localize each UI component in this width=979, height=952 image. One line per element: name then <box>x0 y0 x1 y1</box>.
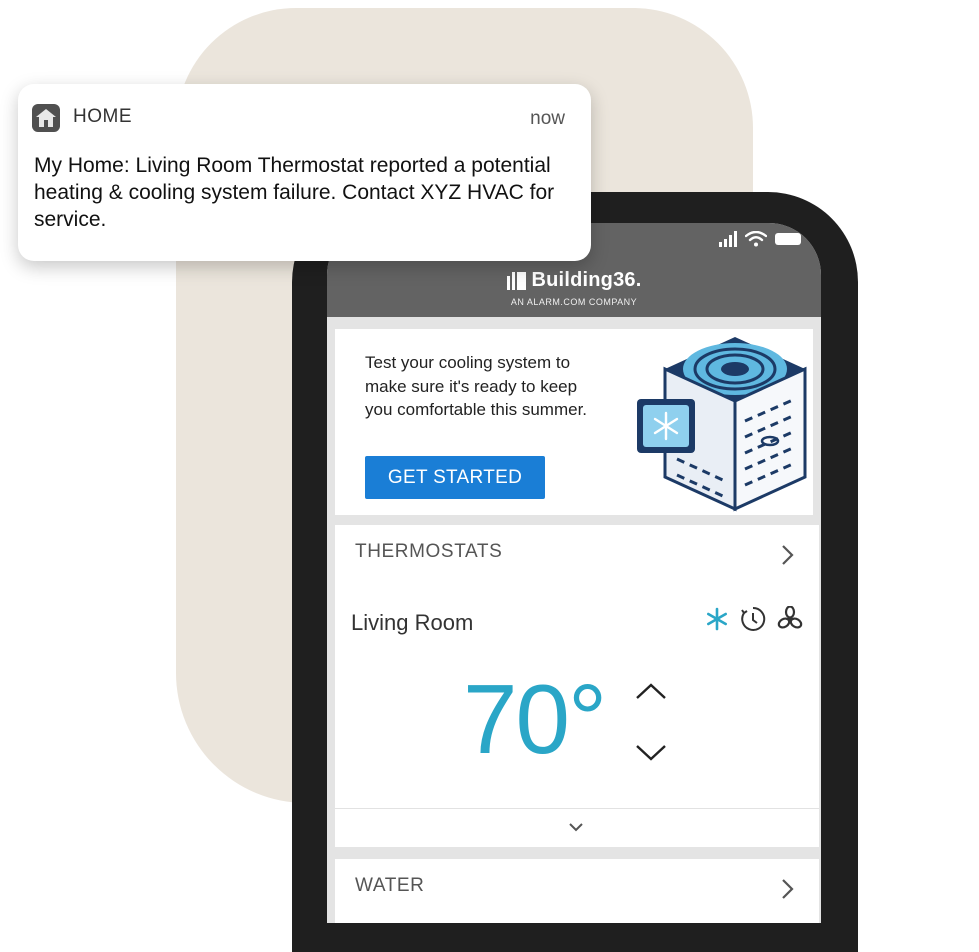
phone-screen: Building36. AN ALARM.COM COMPANY Test yo… <box>327 223 821 923</box>
thermostats-section-title: THERMOSTATS <box>355 541 503 562</box>
schedule-clock-icon[interactable] <box>739 605 767 633</box>
increase-arrow-icon[interactable] <box>636 683 666 699</box>
decrease-arrow-icon[interactable] <box>636 745 666 761</box>
promo-card: Test your cooling system to make sure it… <box>335 329 813 515</box>
fan-icon[interactable] <box>777 606 803 632</box>
notification-message: My Home: Living Room Thermostat reported… <box>34 154 555 231</box>
get-started-button[interactable]: GET STARTED <box>365 456 545 499</box>
push-notification[interactable]: HOME now My Home: Living Room Thermostat… <box>18 84 591 261</box>
setpoint-temperature: 70° <box>463 664 607 774</box>
app-header: Building36. AN ALARM.COM COMPANY <box>327 265 821 317</box>
promo-text: Test your cooling system to make sure it… <box>365 353 588 419</box>
notification-app-name: HOME <box>73 106 132 127</box>
thermostats-card: THERMOSTATS Living Room 70° <box>335 525 819 847</box>
snowflake-icon[interactable] <box>705 607 729 631</box>
chevron-right-icon[interactable] <box>775 877 799 901</box>
wifi-icon <box>745 231 767 247</box>
divider <box>335 808 819 809</box>
home-app-icon <box>32 104 60 132</box>
building-logo-icon <box>506 271 526 290</box>
chevron-down-icon[interactable] <box>565 820 587 834</box>
thermostat-mode-icons <box>705 605 803 633</box>
ac-unit-illustration <box>637 337 807 512</box>
battery-icon <box>775 233 801 245</box>
thermostat-room-name: Living Room <box>351 610 474 635</box>
chevron-right-icon[interactable] <box>775 543 799 567</box>
signal-icon <box>719 231 737 247</box>
brand-logo: Building36. AN ALARM.COM COMPANY <box>327 269 821 307</box>
notification-time: now <box>530 108 565 129</box>
setpoint-adjust-controls <box>636 683 666 761</box>
water-section-title: WATER <box>355 875 425 896</box>
brand-name: Building36. <box>531 269 642 291</box>
brand-tagline: AN ALARM.COM COMPANY <box>510 296 638 307</box>
water-card: WATER <box>335 859 819 923</box>
